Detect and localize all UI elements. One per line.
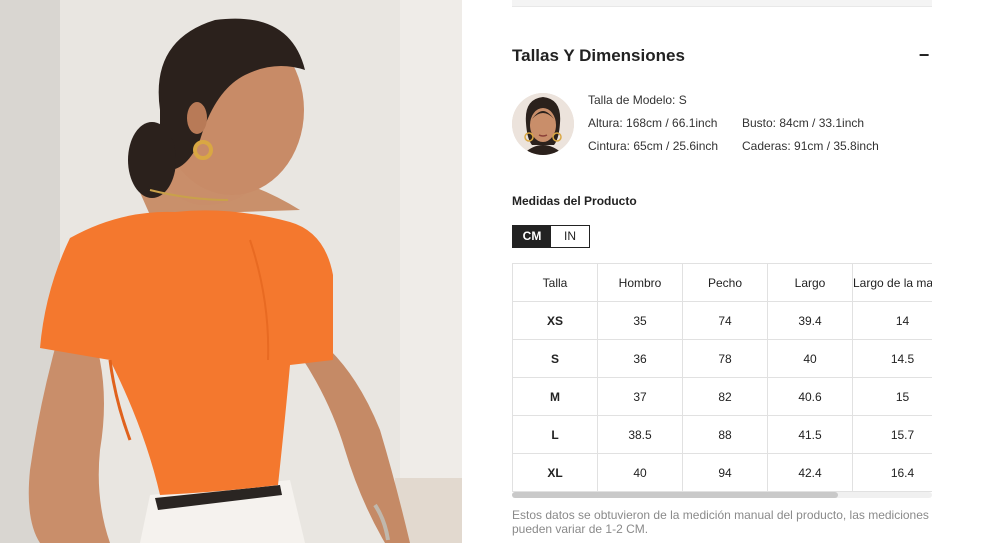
model-bust: Busto: 84cm / 33.1inch bbox=[742, 116, 865, 130]
table-row: L 38.5 88 41.5 15.7 bbox=[512, 415, 932, 454]
size-cell: M bbox=[512, 377, 598, 416]
table-horizontal-scrollbar[interactable] bbox=[512, 492, 932, 498]
header-talla: Talla bbox=[512, 263, 598, 302]
table-cell: 40.6 bbox=[767, 377, 853, 416]
model-size-label: Talla de Modelo: S bbox=[588, 93, 687, 107]
table-cell: 74 bbox=[682, 301, 768, 340]
table-cell: 94 bbox=[682, 453, 768, 492]
model-height: Altura: 168cm / 66.1inch bbox=[588, 116, 718, 130]
size-cell: S bbox=[512, 339, 598, 378]
model-waist: Cintura: 65cm / 25.6inch bbox=[588, 139, 719, 153]
table-cell: 38.5 bbox=[597, 415, 683, 454]
collapse-icon[interactable]: − bbox=[914, 44, 934, 66]
table-cell: 15.7 bbox=[852, 415, 932, 454]
model-face-icon bbox=[512, 93, 574, 155]
header-hombro: Hombro bbox=[597, 263, 683, 302]
size-table: Talla Hombro Pecho Largo Largo de la man… bbox=[512, 263, 932, 492]
table-row: M 37 82 40.6 15 bbox=[512, 377, 932, 416]
size-guide-title: Tallas Y Dimensiones bbox=[512, 46, 685, 65]
table-cell: 35 bbox=[597, 301, 683, 340]
measurement-note: Estos datos se obtuvieron de la medición… bbox=[512, 508, 929, 536]
product-photo bbox=[0, 0, 462, 543]
table-cell: 16.4 bbox=[852, 453, 932, 492]
unit-in-button[interactable]: IN bbox=[551, 226, 589, 247]
product-measures-title: Medidas del Producto bbox=[512, 194, 637, 208]
product-photo-illustration bbox=[0, 0, 462, 543]
table-cell: 78 bbox=[682, 339, 768, 378]
table-cell: 36 bbox=[597, 339, 683, 378]
unit-cm-button[interactable]: CM bbox=[513, 226, 551, 247]
table-header-row: Talla Hombro Pecho Largo Largo de la man… bbox=[512, 263, 932, 302]
table-cell: 37 bbox=[597, 377, 683, 416]
size-cell: XS bbox=[512, 301, 598, 340]
table-cell: 15 bbox=[852, 377, 932, 416]
table-cell: 82 bbox=[682, 377, 768, 416]
size-cell: XL bbox=[512, 453, 598, 492]
unit-toggle: CM IN bbox=[512, 225, 590, 248]
table-cell: 14.5 bbox=[852, 339, 932, 378]
size-table-container: Talla Hombro Pecho Largo Largo de la man… bbox=[512, 263, 932, 492]
previous-section-edge bbox=[512, 0, 932, 7]
table-cell: 41.5 bbox=[767, 415, 853, 454]
table-cell: 14 bbox=[852, 301, 932, 340]
table-cell: 39.4 bbox=[767, 301, 853, 340]
table-cell: 40 bbox=[767, 339, 853, 378]
header-largo-manga: Largo de la manga bbox=[852, 263, 932, 302]
table-cell: 88 bbox=[682, 415, 768, 454]
table-cell: 40 bbox=[597, 453, 683, 492]
size-cell: L bbox=[512, 415, 598, 454]
scrollbar-thumb[interactable] bbox=[512, 492, 838, 498]
model-avatar bbox=[512, 93, 574, 155]
model-hips: Caderas: 91cm / 35.8inch bbox=[742, 139, 879, 153]
table-cell: 42.4 bbox=[767, 453, 853, 492]
size-guide-panel: Tallas Y Dimensiones − Talla de Modelo: … bbox=[462, 0, 994, 543]
header-pecho: Pecho bbox=[682, 263, 768, 302]
table-row: XS 35 74 39.4 14 bbox=[512, 301, 932, 340]
table-row: S 36 78 40 14.5 bbox=[512, 339, 932, 378]
table-row: XL 40 94 42.4 16.4 bbox=[512, 453, 932, 492]
header-largo: Largo bbox=[767, 263, 853, 302]
